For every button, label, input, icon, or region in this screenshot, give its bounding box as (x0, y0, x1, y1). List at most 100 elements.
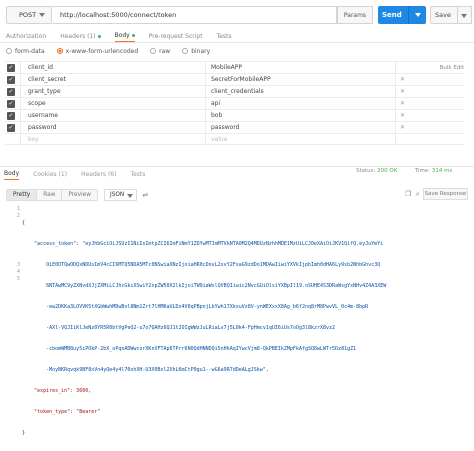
radio-selected-icon (56, 48, 63, 54)
divider (205, 134, 206, 146)
checkbox-checked-icon[interactable]: ✓ (7, 76, 15, 84)
tab-tests[interactable]: Tests (217, 30, 232, 42)
tab-pre-request-script[interactable]: Pre-request Script (149, 30, 203, 42)
close-icon[interactable]: ✕ (400, 112, 405, 119)
save-response-button[interactable]: Save Response (423, 188, 468, 200)
code-line: "access_token": "eyJhbGciOiJSUzI1NiIsImt… (22, 241, 384, 247)
method-select[interactable]: POST (6, 6, 52, 24)
param-value[interactable]: bob (211, 112, 222, 119)
indicator-dot-icon (131, 34, 135, 37)
radio-icon (150, 48, 157, 54)
divider (20, 134, 21, 146)
tab-response-body[interactable]: Body (4, 168, 20, 180)
table-row: ✓ scope api ✕ (5, 97, 465, 110)
request-tabs: Authorization Headers (1) Body Pre-reque… (6, 30, 474, 42)
checkbox-checked-icon[interactable]: ✓ (7, 124, 15, 132)
code-line: } (22, 430, 26, 436)
send-button[interactable]: Send (378, 6, 408, 24)
tab-cookies[interactable]: Cookies (1) (33, 168, 67, 180)
code-line: OiE0OTQwODQxNDUsImV4cCI6MTQ5NDA5MTc0NSwi… (22, 262, 381, 268)
chevron-down-icon (415, 13, 421, 17)
code-line: "token_type": "Bearer" (22, 409, 101, 415)
radio-label: form-data (15, 47, 45, 55)
line-number: 3 (16, 262, 20, 268)
json-source: { "access_token": "eyJhbGciOiJSUzI1NiIsI… (22, 206, 470, 451)
save-button[interactable]: Save (430, 6, 458, 24)
radio-urlencoded[interactable]: x-www-form-urlencoded (56, 48, 138, 55)
status-value: 200 OK (377, 168, 398, 174)
time-value: 314 ms (431, 168, 453, 174)
divider (0, 166, 474, 167)
raw-button[interactable]: Raw (37, 189, 63, 201)
close-icon[interactable]: ✕ (400, 88, 405, 95)
param-value[interactable]: client_credentials (211, 88, 264, 95)
tab-authorization[interactable]: Authorization (6, 30, 46, 42)
close-icon[interactable]: ✕ (400, 124, 405, 131)
radio-binary[interactable]: binary (182, 48, 210, 55)
divider (395, 134, 396, 146)
param-key[interactable]: client_secret (28, 76, 66, 83)
time-label: Time: (414, 168, 431, 174)
param-key[interactable]: password (28, 124, 57, 131)
code-line: -cbomWMB8uy5iPOkP-2bX_oPqnADWwcorXKnVFTA… (22, 346, 357, 352)
preview-button[interactable]: Preview (62, 189, 98, 201)
radio-label: raw (159, 47, 171, 55)
code-line: { (22, 220, 26, 226)
url-input[interactable]: http://localhost:5000/connect/token (52, 6, 337, 24)
param-value[interactable]: MobileAPP (211, 64, 242, 71)
radio-form-data[interactable]: form-data (6, 48, 45, 55)
param-key[interactable]: username (28, 112, 58, 119)
close-icon[interactable]: ✕ (400, 100, 405, 107)
send-options-button[interactable] (408, 6, 426, 24)
line-numbers: 1 2 3 4 5 (6, 206, 20, 283)
line-number (6, 248, 20, 255)
table-row: ✓ username bob ✕ (5, 109, 465, 122)
response-toolbar: Pretty Raw Preview JSON ⇌ (6, 188, 148, 202)
new-key-input[interactable]: key (28, 136, 39, 143)
table-row: ✓ client_id MobileAPP (5, 61, 465, 74)
param-value[interactable]: password (211, 124, 240, 131)
radio-raw[interactable]: raw (150, 48, 170, 55)
checkbox-checked-icon[interactable]: ✓ (7, 88, 15, 96)
status-label: Status: (356, 168, 376, 174)
new-value-input[interactable]: value (211, 136, 227, 143)
table-row: ✓ password password ✕ (5, 121, 465, 134)
line-number (6, 227, 20, 234)
line-number (6, 220, 20, 227)
body-type-selector: form-data x-www-form-urlencoded raw bina… (6, 46, 222, 56)
param-value[interactable]: SecretForMobileAPP (211, 76, 271, 83)
tab-body-label: Body (114, 32, 130, 39)
pretty-button[interactable]: Pretty (6, 189, 38, 201)
tab-response-headers[interactable]: Headers (6) (81, 168, 116, 180)
param-key[interactable]: grant_type (28, 88, 61, 95)
save-options-button[interactable] (458, 6, 472, 24)
checkbox-checked-icon[interactable]: ✓ (7, 64, 15, 72)
wrap-lines-icon[interactable]: ⇌ (142, 191, 148, 199)
tab-body[interactable]: Body (114, 30, 135, 42)
code-line: -AXl-VQJIiKlJeNz0YR5R0btVgPeQ2-u7o7QAHz6… (22, 325, 336, 331)
copy-icon[interactable]: ❐ (405, 190, 411, 198)
line-number: 1 (16, 206, 20, 212)
param-key[interactable]: client_id (28, 64, 53, 71)
chevron-down-icon (127, 194, 134, 198)
chevron-down-icon (39, 13, 45, 17)
code-line: 6NTAwMC9yZXNvdXJjZXMiLCJhcGkiXSwiY2xpZW5… (22, 283, 387, 289)
tab-test-results[interactable]: Tests (130, 168, 145, 180)
params-table: ✓ client_id MobileAPP ✓ client_secret Se… (5, 61, 465, 146)
response-code-viewer[interactable]: 1 2 3 4 5 { "access_token": "eyJhbGciOiJ… (0, 206, 474, 436)
indicator-dot-icon (97, 34, 101, 38)
format-select[interactable]: JSON (103, 189, 138, 201)
code-line: -ew2DKKa3LOVVK5tXGbWwhMDwBvl8Nm1Zrt7lHMK… (22, 304, 369, 310)
param-key[interactable]: scope (28, 100, 46, 107)
params-button[interactable]: Params (337, 6, 373, 24)
radio-icon (6, 48, 12, 54)
radio-label: binary (191, 47, 211, 55)
close-icon[interactable]: ✕ (400, 76, 405, 83)
tab-headers[interactable]: Headers (1) (60, 30, 101, 42)
param-value[interactable]: api (211, 100, 220, 107)
checkbox-checked-icon[interactable]: ✓ (7, 100, 15, 108)
checkbox-checked-icon[interactable]: ✓ (7, 112, 15, 120)
method-label: POST (19, 11, 37, 19)
chevron-down-icon (461, 14, 467, 18)
search-icon[interactable]: ⌕ (416, 190, 420, 198)
